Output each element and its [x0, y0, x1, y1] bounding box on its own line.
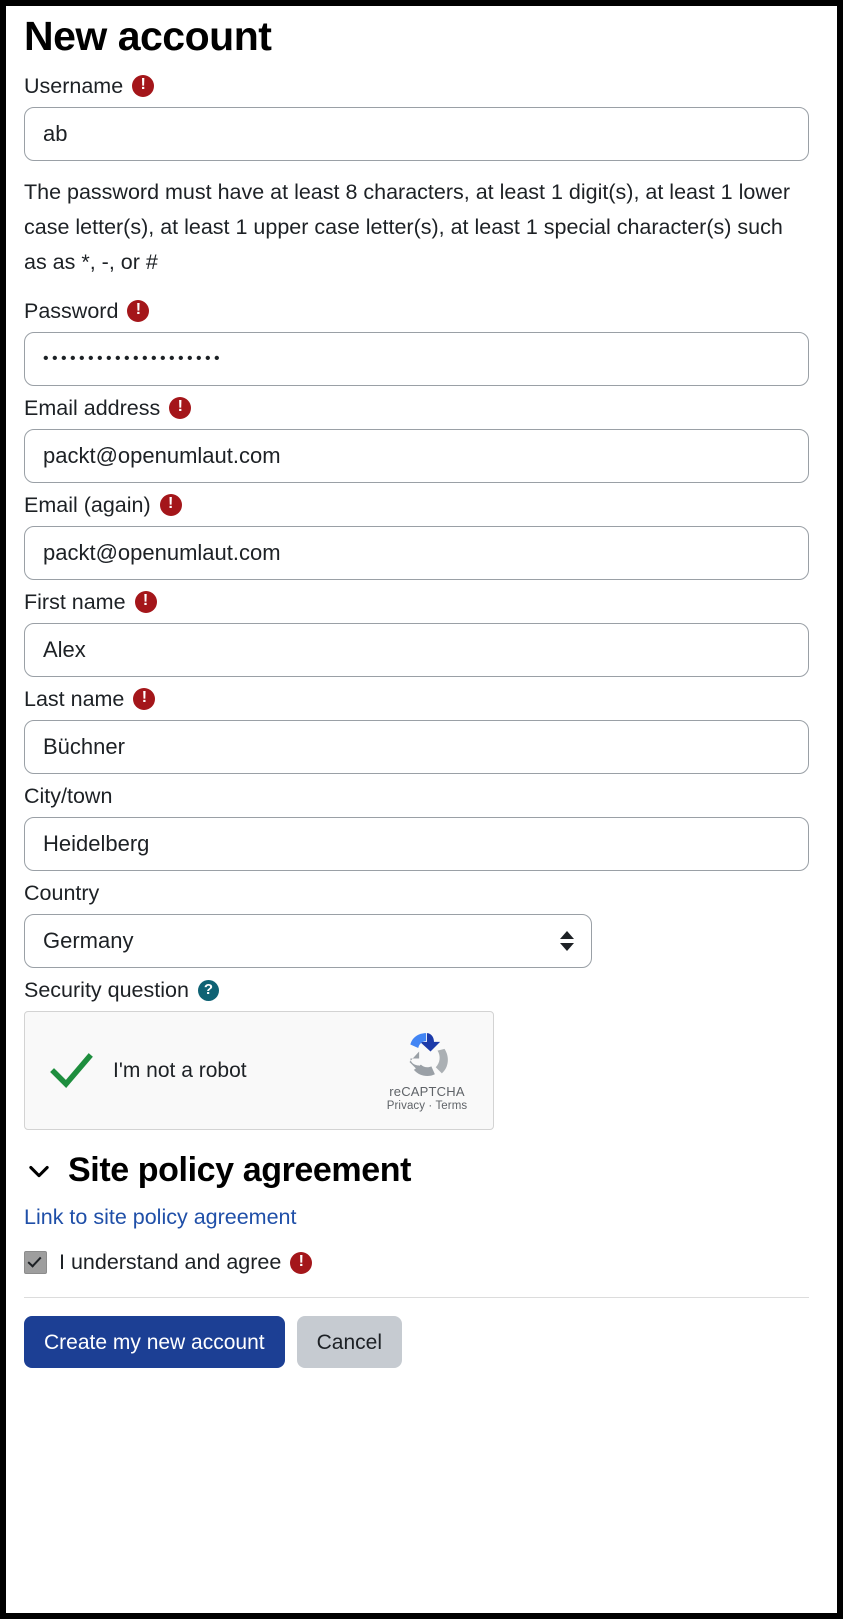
required-alert-icon: ! [290, 1251, 313, 1274]
form-actions: Create my new account Cancel [24, 1316, 809, 1369]
username-input[interactable] [24, 107, 809, 162]
site-policy-heading: Site policy agreement [68, 1151, 412, 1190]
field-security-question: Security question ? I'm not a robot reCA… [24, 977, 809, 1131]
agree-label: I understand and agree [59, 1250, 282, 1275]
page-title: New account [24, 13, 272, 59]
first-name-label: First name ! [24, 589, 809, 615]
password-requirements-text: The password must have at least 8 charac… [24, 180, 790, 275]
form-divider [24, 1297, 809, 1299]
last-name-input[interactable] [24, 720, 809, 775]
country-selected-value: Germany [43, 928, 134, 954]
email-label-text: Email address [24, 396, 161, 421]
country-select-wrapper: Germany [24, 914, 592, 969]
email-again-input[interactable] [24, 526, 809, 581]
new-account-page: New account Username ! The password must… [6, 6, 837, 1613]
cancel-button[interactable]: Cancel [296, 1316, 402, 1369]
required-alert-icon: ! [132, 75, 155, 98]
required-alert-icon: ! [127, 300, 150, 323]
field-email-again: Email (again) ! [24, 492, 809, 581]
first-name-label-text: First name [24, 590, 126, 615]
last-name-label: Last name ! [24, 686, 809, 712]
site-policy-section-header[interactable]: Site policy agreement [24, 1151, 809, 1190]
country-select[interactable]: Germany [24, 914, 592, 969]
country-label-text: Country [24, 881, 100, 906]
recaptcha-checkbox-label: I'm not a robot [113, 1058, 247, 1082]
username-label: Username ! [24, 73, 809, 99]
security-question-label-text: Security question [24, 978, 189, 1003]
field-password: Password ! •••••••••••••••••••• [24, 298, 809, 387]
country-label: Country [24, 880, 809, 906]
agree-checkbox[interactable] [24, 1251, 47, 1275]
recaptcha-branding: reCAPTCHA Privacy · Terms [375, 1027, 479, 1114]
password-masked-value: •••••••••••••••••••• [43, 350, 224, 368]
agree-row: I understand and agree ! [24, 1250, 809, 1275]
email-input[interactable] [24, 429, 809, 484]
field-email: Email address ! [24, 395, 809, 484]
field-country: Country Germany [24, 880, 809, 969]
recaptcha-logo-icon [409, 1033, 448, 1077]
site-policy-link[interactable]: Link to site policy agreement [24, 1205, 296, 1230]
help-circle-icon[interactable]: ? [197, 979, 219, 1001]
city-label-text: City/town [24, 784, 113, 809]
green-check-icon[interactable] [47, 1047, 95, 1095]
required-alert-icon: ! [159, 494, 182, 517]
new-account-form-screenshot: New account Username ! The password must… [0, 0, 843, 1619]
username-label-text: Username [24, 74, 124, 99]
email-label: Email address ! [24, 395, 809, 421]
city-label: City/town [24, 783, 809, 809]
password-input[interactable]: •••••••••••••••••••• [24, 332, 809, 387]
first-name-input[interactable] [24, 623, 809, 678]
field-city: City/town [24, 783, 809, 872]
chevron-down-icon[interactable] [24, 1156, 54, 1186]
password-label-text: Password [24, 299, 119, 324]
recaptcha-legal-links[interactable]: Privacy · Terms [375, 1100, 479, 1112]
create-account-button[interactable]: Create my new account [24, 1316, 285, 1369]
field-username: Username ! [24, 73, 809, 162]
email-again-label-text: Email (again) [24, 493, 151, 518]
required-alert-icon: ! [134, 591, 157, 614]
required-alert-icon: ! [169, 397, 192, 420]
required-alert-icon: ! [133, 688, 156, 711]
last-name-label-text: Last name [24, 687, 125, 712]
recaptcha-brand-name: reCAPTCHA [389, 1084, 465, 1100]
security-question-label: Security question ? [24, 977, 809, 1003]
field-first-name: First name ! [24, 589, 809, 678]
city-input[interactable] [24, 817, 809, 872]
recaptcha-widget: I'm not a robot reCAPTCHA Privacy · Term… [24, 1011, 494, 1131]
password-label: Password ! [24, 298, 809, 324]
field-last-name: Last name ! [24, 686, 809, 775]
email-again-label: Email (again) ! [24, 492, 809, 518]
